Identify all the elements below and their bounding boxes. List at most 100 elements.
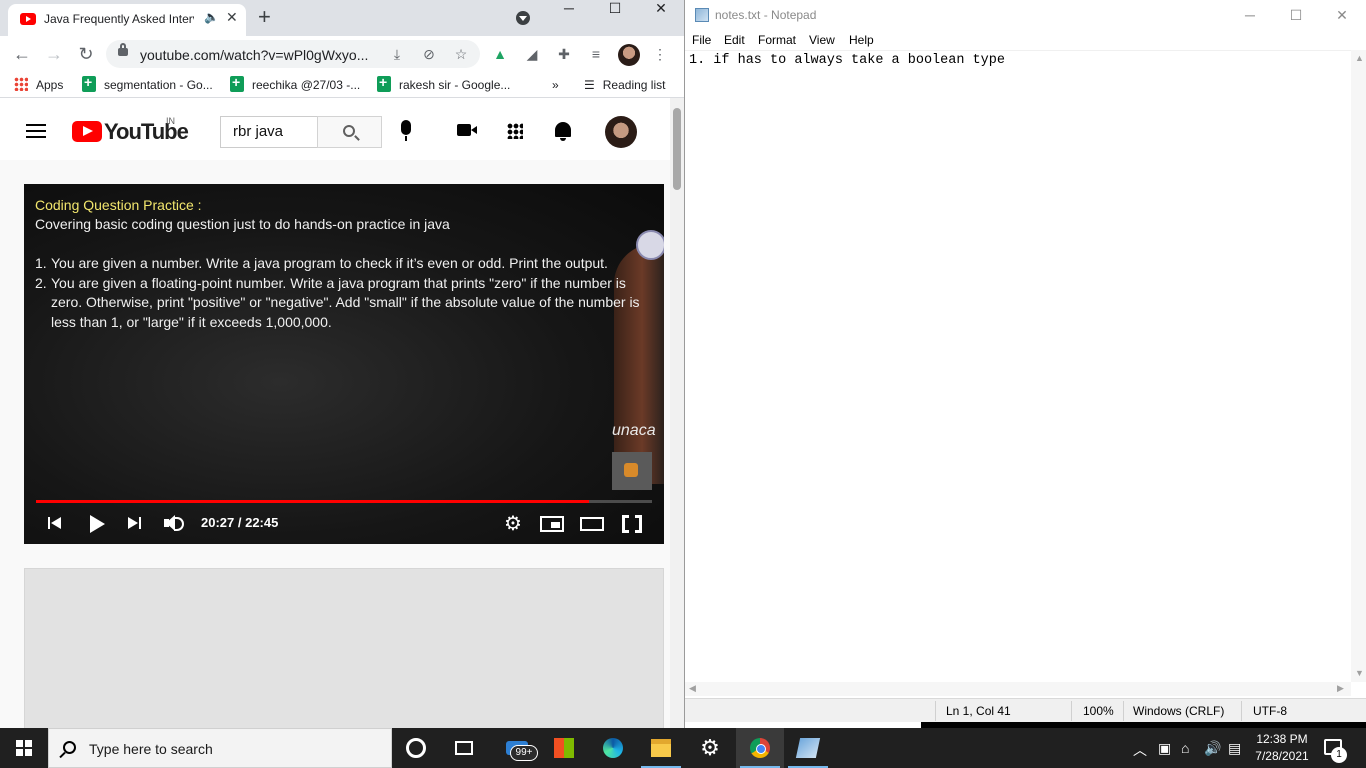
tab-strip: Java Frequently Asked Interv 🔈 ✕ + ─ ☐ ✕: [0, 0, 684, 36]
more-menu-icon[interactable]: ⋮: [650, 44, 670, 64]
apps-grid-icon: [14, 77, 28, 91]
speaker-icon[interactable]: 🔈: [204, 10, 219, 24]
bookmark-rakesh[interactable]: rakesh sir - Google...: [377, 73, 510, 94]
notepad-maximize-button[interactable]: ☐: [1273, 4, 1319, 26]
scroll-right-icon[interactable]: ▶: [1337, 683, 1344, 694]
tab-search-icon[interactable]: [516, 11, 530, 25]
eye-off-icon[interactable]: ⊘: [420, 45, 438, 63]
status-divider: [1241, 701, 1242, 721]
chrome-app-icon[interactable]: [736, 728, 784, 768]
create-video-icon[interactable]: [457, 124, 477, 136]
notepad-titlebar[interactable]: notes.txt - Notepad ─ ☐ ✕: [685, 0, 1366, 30]
youtube-apps-icon[interactable]: [507, 123, 523, 139]
menu-file[interactable]: File: [692, 33, 711, 47]
media-control-icon[interactable]: ≡: [586, 44, 606, 64]
scroll-down-icon[interactable]: ▼: [1355, 668, 1364, 678]
theater-mode-icon[interactable]: [580, 512, 604, 536]
youtube-avatar[interactable]: [605, 116, 637, 148]
close-tab-icon[interactable]: ✕: [226, 9, 238, 26]
notepad-close-button[interactable]: ✕: [1319, 4, 1365, 26]
bookmark-apps[interactable]: Apps: [14, 76, 63, 94]
scroll-up-icon[interactable]: ▲: [1355, 53, 1364, 63]
show-hidden-icons-chevron-icon[interactable]: ︿: [1133, 740, 1147, 760]
new-tab-button[interactable]: +: [258, 4, 271, 30]
scrollbar-thumb[interactable]: [673, 108, 681, 190]
notepad-window: notes.txt - Notepad ─ ☐ ✕ File Edit Form…: [684, 0, 1366, 728]
settings-gear-icon[interactable]: ⚙: [686, 728, 734, 768]
video-timecode: 20:27 / 22:45: [201, 515, 279, 530]
status-encoding: UTF-8: [1253, 704, 1287, 718]
video-slide-heading: Coding Question Practice :: [35, 197, 202, 213]
notepad-icon: [695, 8, 709, 22]
notepad-vertical-scrollbar[interactable]: ▲ ▼: [1351, 50, 1366, 682]
forward-icon[interactable]: →: [42, 42, 66, 66]
profile-avatar[interactable]: [618, 44, 640, 66]
miniplayer-icon[interactable]: [540, 512, 564, 536]
menu-hamburger-icon[interactable]: [26, 124, 46, 138]
video-settings-gear-icon[interactable]: ⚙: [502, 512, 524, 536]
address-bar[interactable]: youtube.com/watch?v=wPl0gWxyo... ⤓ ⊘ ☆: [106, 40, 480, 68]
extensions-icon[interactable]: ✚: [554, 44, 574, 64]
notifications-bell-icon[interactable]: [555, 122, 571, 141]
notepad-text-area[interactable]: 1. if has to always take a boolean type: [685, 50, 1351, 682]
microsoft-store-icon[interactable]: [540, 728, 588, 768]
menu-view[interactable]: View: [809, 33, 835, 47]
lock-icon[interactable]: [118, 43, 128, 56]
next-video-icon[interactable]: [128, 512, 144, 536]
status-divider: [1071, 701, 1072, 721]
cortana-icon[interactable]: [392, 728, 440, 768]
minimize-button[interactable]: ─: [546, 0, 592, 30]
notepad-minimize-button[interactable]: ─: [1227, 4, 1273, 26]
start-windows-icon[interactable]: [0, 728, 48, 768]
page-scrollbar[interactable]: [670, 98, 684, 728]
video-player[interactable]: Coding Question Practice : Covering basi…: [24, 184, 664, 544]
maximize-button[interactable]: ☐: [592, 0, 638, 30]
notepad-content[interactable]: 1. if has to always take a boolean type: [689, 53, 1005, 68]
youtube-search-input[interactable]: rbr java: [220, 116, 318, 148]
bookmark-star-icon[interactable]: ☆: [452, 45, 470, 63]
microphone-icon[interactable]: [401, 120, 411, 141]
meet-now-icon[interactable]: ▣: [1158, 740, 1171, 757]
taskbar-search-box[interactable]: Type here to search: [48, 728, 392, 768]
youtube-header: YouTube IN rbr java: [0, 98, 670, 160]
previous-video-icon[interactable]: [48, 512, 64, 536]
notepad-app-icon[interactable]: [784, 728, 832, 768]
install-icon[interactable]: ⤓: [388, 45, 406, 63]
clock-date: 7/28/2021: [1255, 749, 1309, 763]
file-explorer-icon[interactable]: [637, 728, 685, 768]
menu-format[interactable]: Format: [758, 33, 796, 47]
bookmark-segmentation[interactable]: segmentation - Go...: [82, 73, 213, 94]
youtube-logo-text[interactable]: YouTube: [104, 119, 189, 145]
fullscreen-icon[interactable]: [622, 512, 642, 536]
scroll-left-icon[interactable]: ◀: [689, 683, 696, 694]
reload-icon[interactable]: ↻: [74, 42, 98, 66]
video-watermark: unaca: [612, 422, 656, 439]
task-view-icon[interactable]: [440, 728, 488, 768]
drive-icon[interactable]: ▲: [490, 44, 510, 64]
tab-youtube[interactable]: Java Frequently Asked Interv 🔈 ✕: [8, 4, 246, 36]
back-icon[interactable]: ←: [10, 42, 34, 66]
youtube-search-button[interactable]: [317, 116, 382, 148]
notepad-horizontal-scrollbar[interactable]: ◀ ▶: [685, 682, 1351, 696]
clock-time: 12:38 PM: [1256, 732, 1308, 746]
video-progress-fill: [36, 500, 589, 503]
list-item: 1. You are given a number. Write a java p…: [35, 255, 608, 271]
menu-help[interactable]: Help: [849, 33, 874, 47]
edge-browser-icon[interactable]: [589, 728, 637, 768]
play-icon[interactable]: [88, 512, 106, 536]
reading-list-button[interactable]: ☰ Reading list: [584, 76, 665, 94]
video-progress-bar[interactable]: [36, 500, 652, 503]
menu-edit[interactable]: Edit: [724, 33, 745, 47]
bookmarks-bar: Apps segmentation - Go... reechika @27/0…: [0, 72, 684, 98]
analytics-icon[interactable]: ◢: [522, 44, 542, 64]
notepad-title: notes.txt - Notepad: [715, 8, 817, 22]
bookmark-reechika[interactable]: reechika @27/03 -...: [230, 73, 360, 94]
close-window-button[interactable]: ✕: [638, 0, 684, 30]
network-icon[interactable]: ⌂: [1181, 740, 1189, 756]
taskbar-clock[interactable]: 12:38 PM 7/28/2021: [1252, 731, 1312, 765]
volume-tray-icon[interactable]: 🔊: [1204, 740, 1221, 757]
url-text[interactable]: youtube.com/watch?v=wPl0gWxyo...: [140, 47, 380, 63]
language-ime-icon[interactable]: ▤: [1228, 740, 1241, 757]
youtube-logo-icon[interactable]: [72, 121, 102, 142]
bookmarks-overflow-button[interactable]: »: [552, 76, 559, 94]
